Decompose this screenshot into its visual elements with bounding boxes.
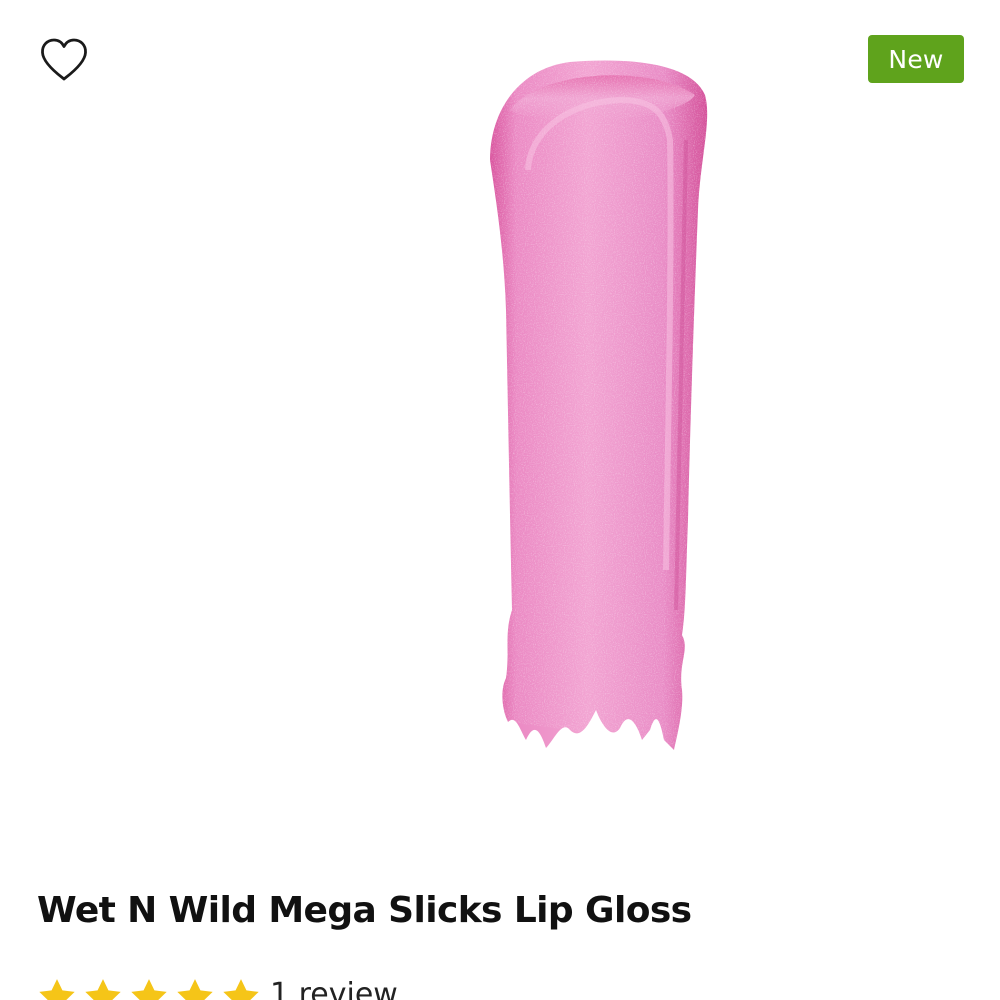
star-rating (36, 976, 262, 1000)
product-card[interactable]: New Wet N Wild Mega Slicks Lip Gloss 1 r… (0, 0, 1000, 1000)
rating-row[interactable]: 1 review (36, 968, 398, 1000)
wishlist-button[interactable] (38, 36, 90, 84)
heart-outline-icon (41, 38, 87, 81)
star-icon (131, 979, 167, 1000)
star-icon (85, 979, 121, 1000)
new-badge-label: New (888, 44, 944, 74)
product-title[interactable]: Wet N Wild Mega Slicks Lip Gloss (37, 890, 692, 931)
review-count-link[interactable]: 1 review (270, 978, 398, 1000)
product-image[interactable] (450, 50, 730, 770)
star-icon (39, 979, 75, 1000)
star-icon (177, 979, 213, 1000)
new-badge: New (868, 35, 964, 83)
star-icon (223, 979, 259, 1000)
